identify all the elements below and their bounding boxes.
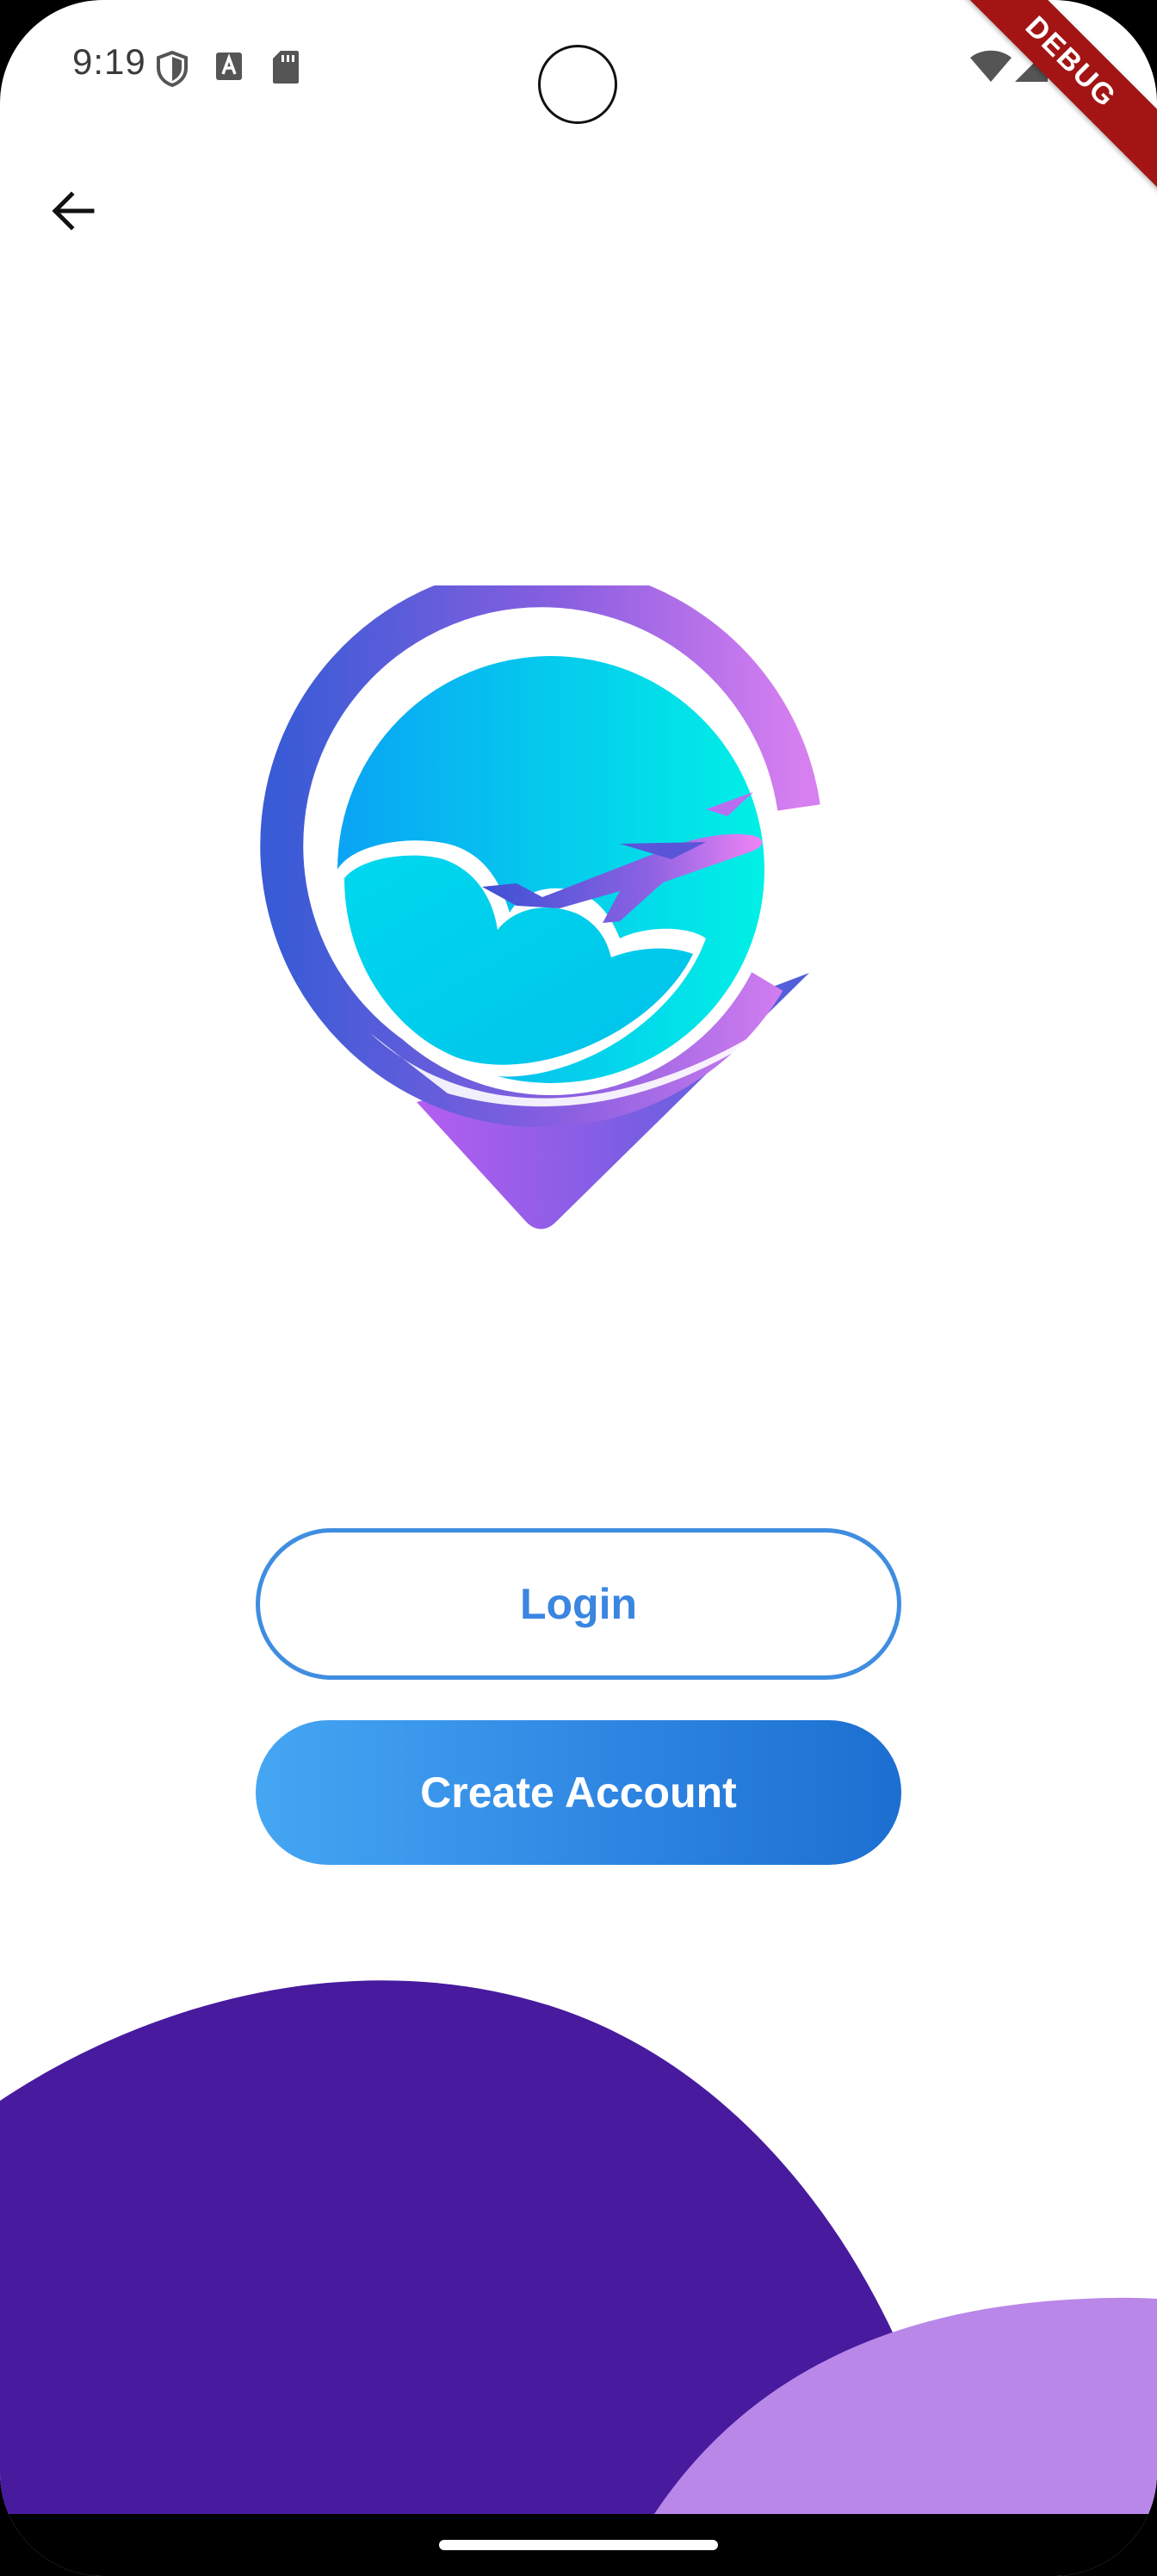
- camera-cutout: [538, 45, 617, 124]
- home-indicator[interactable]: [439, 2540, 718, 2550]
- status-time: 9:19: [72, 41, 146, 82]
- create-account-button[interactable]: Create Account: [256, 1720, 901, 1865]
- back-button[interactable]: [34, 172, 112, 250]
- app-logo: [258, 564, 964, 1240]
- arrow-left-icon: [52, 191, 95, 231]
- wifi-icon: [969, 50, 1012, 87]
- decorative-bottom-shapes: [0, 1980, 1157, 2514]
- status-bar: 9:19 DEBUG: [0, 0, 1157, 191]
- a-text-icon: [215, 52, 243, 85]
- travel-airplane-location-pin-logo: [260, 564, 852, 1229]
- debug-banner: DEBUG: [942, 0, 1157, 191]
- sd-card-icon: [272, 50, 300, 89]
- app-screen: 9:19 DEBUG Login Create Account: [0, 0, 1157, 2576]
- shield-icon: [155, 50, 189, 92]
- login-button[interactable]: Login: [256, 1528, 901, 1680]
